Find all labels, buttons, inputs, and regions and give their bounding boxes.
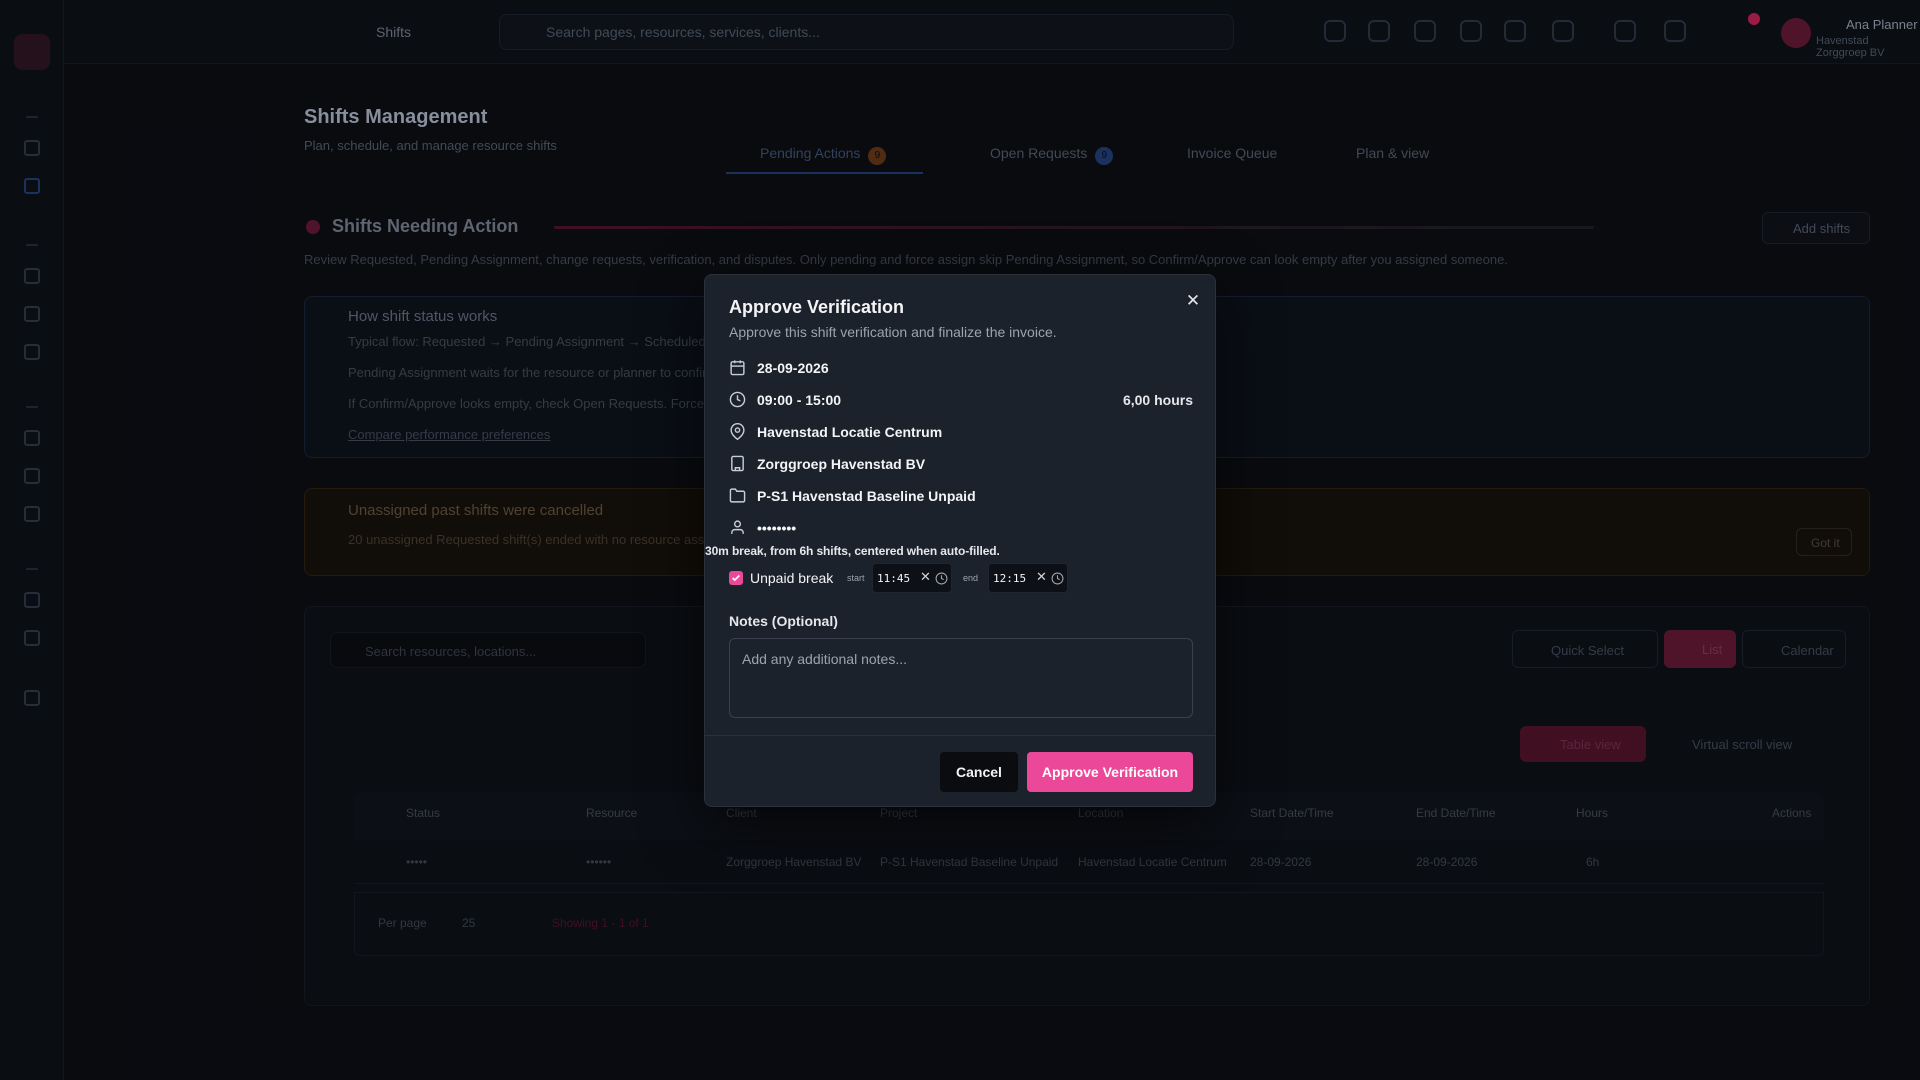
shift-project: P-S1 Havenstad Baseline Unpaid xyxy=(757,488,976,504)
dialog-description: Approve this shift verification and fina… xyxy=(729,324,1057,340)
close-icon[interactable]: ✕ xyxy=(1183,291,1203,311)
shift-resource: •••••••• xyxy=(757,520,797,536)
notes-field[interactable] xyxy=(729,638,1193,718)
notes-label: Notes (Optional) xyxy=(729,613,838,629)
break-start-input[interactable]: 11:45 ✕ xyxy=(872,563,952,593)
shift-resource-row: •••••••• xyxy=(729,517,1193,539)
clear-start-icon[interactable]: ✕ xyxy=(920,569,931,585)
shift-location-row: Havenstad Locatie Centrum xyxy=(729,421,1193,443)
shift-time-row: 09:00 - 15:00 6,00 hours xyxy=(729,389,1193,411)
cancel-button[interactable]: Cancel xyxy=(940,752,1018,792)
shift-hours: 6,00 hours xyxy=(1122,392,1193,408)
user-icon xyxy=(731,520,744,534)
break-end-value: 12:15 xyxy=(993,572,1027,585)
unpaid-break-row: Unpaid break start 11:45 ✕ end 12:15 ✕ xyxy=(729,563,1193,593)
check-icon xyxy=(732,574,740,582)
dialog-title: Approve Verification xyxy=(729,297,905,317)
clock-icon[interactable] xyxy=(935,572,948,585)
break-end-label: end xyxy=(963,573,979,583)
calendar-icon xyxy=(730,360,745,376)
clock-icon[interactable] xyxy=(1051,572,1064,585)
approve-verification-button[interactable]: Approve Verification xyxy=(1027,752,1193,792)
map-pin-icon xyxy=(730,423,745,440)
clear-end-icon[interactable]: ✕ xyxy=(1036,569,1047,585)
break-hint: 30m break, from 6h shifts, centered when… xyxy=(705,544,1000,558)
shift-project-row: P-S1 Havenstad Baseline Unpaid xyxy=(729,485,1193,507)
shift-client: Zorggroep Havenstad BV xyxy=(757,456,926,472)
unpaid-break-checkbox[interactable] xyxy=(729,571,743,585)
unpaid-break-label[interactable]: Unpaid break xyxy=(750,570,833,586)
shift-date-row: 28-09-2026 xyxy=(729,357,1193,379)
shift-date: 28-09-2026 xyxy=(757,360,829,376)
shift-time: 09:00 - 15:00 xyxy=(757,392,842,408)
break-start-label: start xyxy=(847,573,865,583)
shift-location: Havenstad Locatie Centrum xyxy=(757,424,943,440)
shift-client-row: Zorggroep Havenstad BV xyxy=(729,453,1193,475)
folder-icon xyxy=(729,488,746,503)
break-start-value: 11:45 xyxy=(877,572,911,585)
break-end-input[interactable]: 12:15 ✕ xyxy=(988,563,1068,593)
approve-verification-dialog: Approve Verification Approve this shift … xyxy=(704,274,1216,807)
dialog-footer-divider xyxy=(705,735,1215,736)
building-icon xyxy=(731,455,744,472)
clock-icon xyxy=(729,391,746,408)
